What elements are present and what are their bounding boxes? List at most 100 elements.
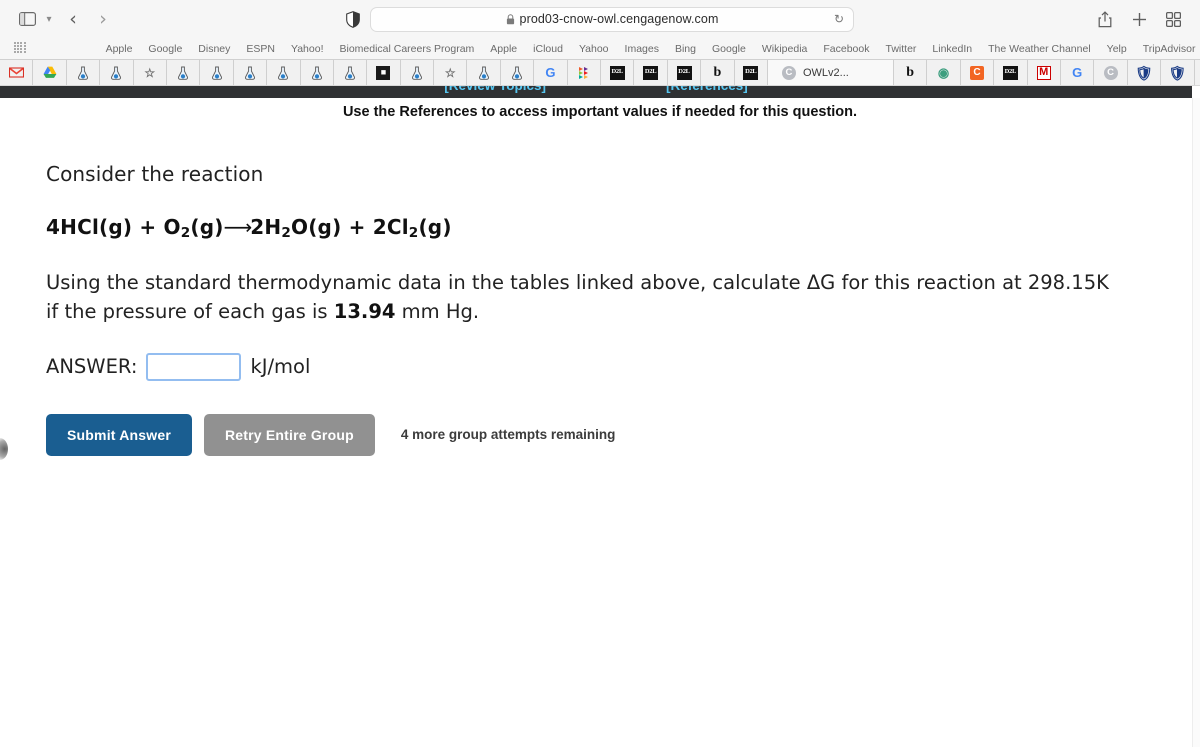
browser-tab[interactable]	[200, 60, 234, 85]
browser-tab[interactable]	[467, 60, 501, 85]
bookmark-item[interactable]: Apple	[98, 43, 141, 55]
browser-tab[interactable]: b	[701, 60, 735, 85]
review-topics-link[interactable]: [Review Topics]	[444, 86, 546, 93]
browser-tab[interactable]	[1194, 60, 1200, 85]
browser-tab[interactable]: C	[1094, 60, 1128, 85]
prompt-part-3: mm Hg.	[395, 299, 480, 323]
shield-blue-icon: 🛡	[1168, 64, 1187, 81]
retry-entire-group-button[interactable]: Retry Entire Group	[203, 413, 375, 456]
tab-overview-icon[interactable]	[1160, 7, 1186, 31]
browser-tab[interactable]	[267, 60, 301, 85]
bookmark-item[interactable]: Twitter	[878, 43, 925, 55]
bookmark-item[interactable]: TripAdvisor	[1135, 43, 1200, 55]
equation-plus-2: +	[348, 215, 366, 239]
browser-tab[interactable]: D2L	[734, 60, 768, 85]
bookmark-item[interactable]: Wikipedia	[754, 43, 816, 55]
bookmarks-grid-icon[interactable]	[14, 41, 26, 56]
button-row: Submit Answer Retry Entire Group 4 more …	[46, 413, 1120, 456]
browser-tab[interactable]	[567, 60, 602, 85]
bookmark-item[interactable]: Facebook	[815, 43, 877, 55]
browser-tab[interactable]: 🛡	[1161, 60, 1195, 85]
bookmark-item[interactable]: Disney	[190, 43, 238, 55]
active-tab-title: OWLv2...	[802, 66, 849, 79]
d2l-icon: D2L	[1002, 65, 1018, 80]
url-text: prod03-cnow-owl.cengagenow.com	[519, 12, 719, 26]
bookmark-item[interactable]: Biomedical Careers Program	[331, 43, 482, 55]
back-arrow-icon[interactable]: ‹	[58, 7, 88, 31]
browser-tab[interactable]: ◉	[927, 60, 961, 85]
blackboard-icon: b	[906, 64, 915, 80]
equation-plus-1: +	[139, 215, 157, 239]
d2l-icon: D2L	[676, 65, 692, 80]
browser-tab[interactable]: D2L	[634, 60, 668, 85]
browser-tab-active[interactable]: C OWLv2...	[767, 60, 894, 85]
bookmark-item[interactable]: ESPN	[238, 43, 283, 55]
address-bar[interactable]: prod03-cnow-owl.cengagenow.com ↻	[370, 6, 854, 32]
privacy-shield-icon[interactable]	[346, 10, 360, 28]
browser-tab[interactable]: ☆	[133, 60, 167, 85]
browser-tab[interactable]: G	[1060, 60, 1095, 85]
prompt-part-1: Using the standard thermodynamic data in…	[46, 270, 807, 294]
chevron-down-icon[interactable]: ▾	[40, 7, 58, 31]
browser-tab[interactable]: C	[960, 60, 995, 85]
consider-the-reaction-text: Consider the reaction	[46, 162, 264, 186]
bookmark-item[interactable]: Images	[617, 43, 667, 55]
browser-tab[interactable]	[0, 60, 34, 85]
browser-tab[interactable]: D2L	[601, 60, 635, 85]
browser-tab[interactable]	[166, 60, 201, 85]
lock-icon	[506, 13, 515, 25]
cengage-icon: C	[969, 65, 984, 80]
flask-icon	[511, 65, 524, 80]
browser-chrome: ▾ ‹ › prod03-cnow-owl.cengagenow.com ↻ A…	[0, 0, 1200, 86]
bookmark-item[interactable]: iCloud	[525, 43, 571, 55]
bookmark-item[interactable]: Bing	[667, 43, 704, 55]
browser-tab[interactable]	[100, 60, 134, 85]
browser-tab[interactable]	[33, 60, 67, 85]
attempts-remaining-text: 4 more group attempts remaining	[400, 427, 616, 443]
mcgraw-icon: M	[1036, 65, 1051, 80]
browser-tab[interactable]	[300, 60, 334, 85]
equation-product-2: 2Cl2(g)	[372, 215, 452, 241]
browser-tab[interactable]	[400, 60, 435, 85]
flask-icon	[344, 65, 357, 80]
google-icon: G	[1072, 65, 1083, 80]
browser-tab[interactable]: ☆	[434, 60, 468, 85]
browser-toolbar: ▾ ‹ › prod03-cnow-owl.cengagenow.com ↻	[0, 0, 1200, 38]
forward-arrow-icon[interactable]: ›	[88, 7, 118, 31]
plus-icon[interactable]	[1126, 7, 1152, 31]
browser-tab[interactable]	[500, 60, 535, 85]
page-scrollbar[interactable]	[1192, 98, 1200, 747]
bookmark-item[interactable]: Yahoo!	[283, 43, 332, 55]
flask-icon	[76, 65, 89, 80]
bookmarks-bar: Apple Google Disney ESPN Yahoo! Biomedic…	[0, 38, 1200, 59]
d2l-icon: D2L	[743, 65, 759, 80]
toolbar-right-tools	[1092, 7, 1186, 31]
browser-tab[interactable]: b	[893, 60, 928, 85]
browser-tab[interactable]: D2L	[994, 60, 1028, 85]
bookmark-item[interactable]: The Weather Channel	[980, 43, 1099, 55]
browser-tab[interactable]	[233, 60, 268, 85]
bookmark-item[interactable]: Yelp	[1099, 43, 1135, 55]
browser-tab[interactable]: G	[534, 60, 568, 85]
sidebar-toggle-icon[interactable]	[14, 7, 40, 31]
share-icon[interactable]	[1092, 7, 1118, 31]
bookmark-item[interactable]: Yahoo	[571, 43, 617, 55]
answer-input[interactable]	[146, 352, 242, 381]
equation-product-1: 2H2O(g)	[250, 215, 342, 241]
google-drive-icon	[42, 65, 57, 80]
flask-icon	[177, 65, 190, 80]
reload-icon[interactable]: ↻	[834, 12, 844, 26]
browser-tab[interactable]: 🛡	[1127, 60, 1162, 85]
browser-tab[interactable]: ■	[367, 60, 401, 85]
browser-tab[interactable]: M	[1027, 60, 1061, 85]
bookmark-item[interactable]: Apple	[482, 43, 525, 55]
bookmark-item[interactable]: LinkedIn	[924, 43, 980, 55]
bookmark-item[interactable]: Google	[140, 43, 190, 55]
bookmark-item[interactable]: Google	[704, 43, 754, 55]
browser-tab[interactable]	[333, 60, 368, 85]
pearson-icon: ■	[376, 65, 391, 80]
browser-tab[interactable]: D2L	[667, 60, 702, 85]
browser-tab[interactable]	[66, 60, 101, 85]
submit-answer-button[interactable]: Submit Answer	[46, 413, 192, 456]
references-link[interactable]: [References]	[666, 86, 748, 93]
